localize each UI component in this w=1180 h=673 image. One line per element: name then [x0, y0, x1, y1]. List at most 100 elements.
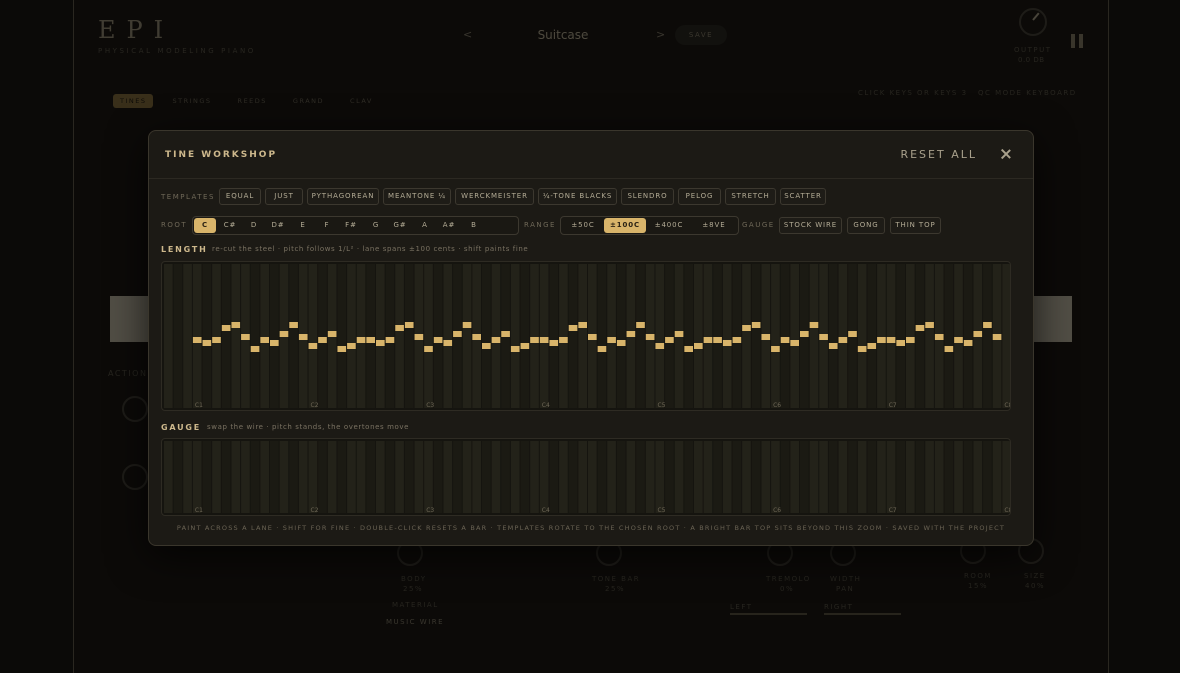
length-bar[interactable] [828, 343, 838, 349]
length-bar[interactable] [192, 337, 202, 343]
length-bar[interactable] [241, 334, 250, 340]
template-chip-0[interactable]: EQUAL [219, 188, 261, 205]
gauge-lane-editor[interactable]: C1 C2 C3 C4 C5 C6 C7 C8 [161, 438, 1011, 516]
length-bar[interactable] [886, 337, 896, 343]
lane[interactable] [164, 441, 173, 513]
length-bar[interactable] [944, 346, 954, 352]
root-option-5[interactable]: F [316, 218, 338, 233]
lane[interactable] [771, 441, 780, 513]
template-chip-6[interactable]: SLENDRO [621, 188, 674, 205]
root-option-1[interactable]: C# [219, 218, 241, 233]
lane[interactable] [520, 441, 530, 513]
length-bar[interactable] [771, 346, 780, 352]
lane[interactable] [906, 441, 915, 513]
length-bar[interactable] [472, 334, 481, 340]
lane[interactable] [270, 441, 279, 513]
lane[interactable] [771, 264, 780, 408]
lane[interactable] [549, 264, 559, 408]
lane[interactable] [376, 441, 385, 513]
lane[interactable] [867, 264, 877, 408]
length-bar[interactable] [385, 337, 395, 343]
lane[interactable] [462, 441, 472, 513]
length-bar[interactable] [809, 322, 819, 328]
lane[interactable] [983, 441, 992, 513]
lane[interactable] [433, 441, 443, 513]
length-bar[interactable] [404, 322, 414, 328]
lane[interactable] [684, 264, 693, 408]
length-bar[interactable] [356, 337, 366, 343]
length-bar[interactable] [674, 331, 684, 337]
lane[interactable] [308, 264, 318, 408]
length-bar[interactable] [270, 340, 279, 346]
lane[interactable] [241, 441, 250, 513]
lane[interactable] [385, 441, 395, 513]
lane[interactable] [588, 441, 597, 513]
lane[interactable] [800, 441, 809, 513]
lane[interactable] [809, 441, 819, 513]
lane[interactable] [510, 264, 520, 408]
lane[interactable] [539, 441, 549, 513]
lane[interactable] [616, 441, 626, 513]
lane[interactable] [270, 264, 279, 408]
root-option-6[interactable]: F# [340, 218, 362, 233]
range-option-3[interactable]: ±8VE [693, 218, 735, 233]
lane[interactable] [906, 264, 915, 408]
length-bar[interactable] [559, 337, 568, 343]
length-bar[interactable] [549, 340, 559, 346]
lane[interactable] [279, 441, 289, 513]
lane[interactable] [790, 441, 799, 513]
lane[interactable] [703, 264, 713, 408]
length-bar[interactable] [722, 340, 732, 346]
lane[interactable] [732, 264, 742, 408]
length-bar[interactable] [597, 346, 607, 352]
length-bar[interactable] [790, 340, 799, 346]
length-bar[interactable] [732, 337, 742, 343]
length-bar[interactable] [915, 325, 925, 331]
length-bar[interactable] [212, 337, 221, 343]
length-bar[interactable] [568, 325, 578, 331]
length-bar[interactable] [867, 343, 877, 349]
lane[interactable] [530, 441, 539, 513]
template-chip-2[interactable]: PYTHAGOREAN [307, 188, 379, 205]
root-option-3[interactable]: D# [267, 218, 289, 233]
length-bar[interactable] [347, 343, 356, 349]
lane[interactable] [289, 264, 298, 408]
lane[interactable] [183, 264, 192, 408]
lane[interactable] [385, 264, 395, 408]
lane[interactable] [318, 264, 327, 408]
lane[interactable] [713, 441, 722, 513]
lane[interactable] [356, 264, 366, 408]
length-bar[interactable] [665, 337, 674, 343]
length-bar[interactable] [896, 340, 905, 346]
length-bar[interactable] [684, 346, 693, 352]
length-bar[interactable] [202, 340, 212, 346]
lane[interactable] [501, 441, 510, 513]
lane[interactable] [925, 264, 934, 408]
lane[interactable] [202, 441, 212, 513]
lane[interactable] [491, 264, 501, 408]
lane[interactable] [289, 441, 298, 513]
lane[interactable] [404, 441, 414, 513]
length-bar[interactable] [414, 334, 424, 340]
lane[interactable] [877, 441, 886, 513]
lane[interactable] [992, 441, 1002, 513]
length-bar[interactable] [645, 334, 655, 340]
lane[interactable] [655, 441, 665, 513]
length-bar[interactable] [453, 331, 462, 337]
lane[interactable] [944, 264, 954, 408]
lane[interactable] [578, 441, 587, 513]
length-bar[interactable] [992, 334, 1002, 340]
length-bar[interactable] [838, 337, 848, 343]
lane[interactable] [597, 264, 607, 408]
lane[interactable] [983, 264, 992, 408]
lane[interactable] [780, 264, 790, 408]
lane[interactable] [674, 441, 684, 513]
lane[interactable] [915, 441, 925, 513]
lane[interactable] [530, 264, 539, 408]
lane[interactable] [963, 441, 973, 513]
length-bar[interactable] [376, 340, 385, 346]
lane[interactable] [761, 441, 771, 513]
lane[interactable] [347, 441, 356, 513]
length-lane-editor[interactable]: C1 C2 C3 C4 C5 C6 C7 C8 [161, 261, 1011, 411]
lane[interactable] [877, 264, 886, 408]
